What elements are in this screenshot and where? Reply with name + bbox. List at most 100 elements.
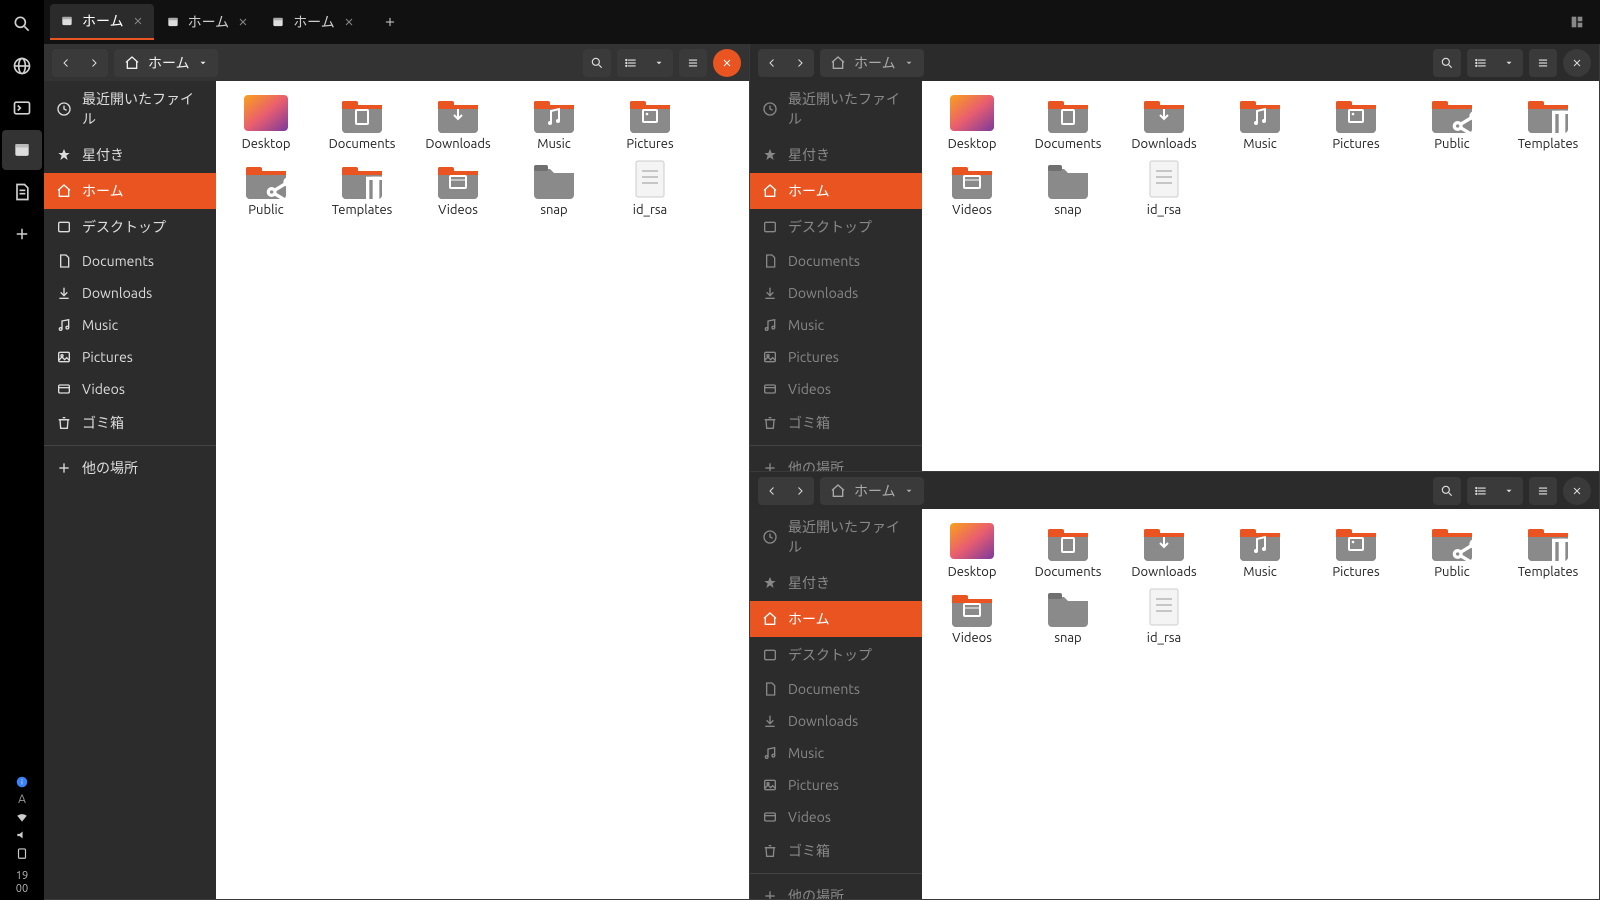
file-item[interactable]: Public: [1412, 521, 1492, 579]
hamburger-menu-button[interactable]: [1529, 49, 1557, 77]
sidebar-item-recent[interactable]: 最近開いたファイル: [750, 81, 922, 137]
nav-back-button[interactable]: [52, 49, 80, 77]
sidebar-item-video[interactable]: Videos: [750, 801, 922, 833]
file-item[interactable]: id_rsa: [610, 159, 690, 217]
file-item[interactable]: Downloads: [418, 93, 498, 151]
sidebar-item-music[interactable]: Music: [750, 737, 922, 769]
new-tab-button[interactable]: [373, 5, 407, 39]
sidebar-item-desktop[interactable]: デスクトップ: [44, 209, 216, 245]
file-item[interactable]: Music: [1220, 521, 1300, 579]
search-button[interactable]: [583, 49, 611, 77]
file-item[interactable]: Public: [226, 159, 306, 217]
file-item[interactable]: snap: [1028, 587, 1108, 645]
sidebar-item-home[interactable]: ホーム: [44, 173, 216, 209]
chevron-down-icon[interactable]: [198, 58, 208, 68]
chevron-down-icon[interactable]: [904, 486, 914, 496]
sidebar-item-trash[interactable]: ゴミ箱: [750, 405, 922, 441]
file-item[interactable]: id_rsa: [1124, 587, 1204, 645]
path-bar[interactable]: ホーム: [820, 49, 924, 77]
file-item[interactable]: Music: [1220, 93, 1300, 151]
close-icon[interactable]: [343, 16, 355, 28]
file-item[interactable]: Templates: [1508, 93, 1588, 151]
file-item[interactable]: Documents: [322, 93, 402, 151]
view-list-button[interactable]: [617, 49, 645, 77]
file-item[interactable]: Pictures: [610, 93, 690, 151]
sidebar-item-pic[interactable]: Pictures: [44, 341, 216, 373]
sidebar-item-trash[interactable]: ゴミ箱: [750, 833, 922, 869]
nav-forward-button[interactable]: [786, 477, 814, 505]
tab-home[interactable]: ホーム: [156, 4, 260, 40]
file-item[interactable]: Public: [1412, 93, 1492, 151]
file-item[interactable]: Documents: [1028, 93, 1108, 151]
chevron-down-icon[interactable]: [904, 58, 914, 68]
dock-app-files[interactable]: [2, 130, 42, 170]
sidebar-item-desktop[interactable]: デスクトップ: [750, 637, 922, 673]
tab-home[interactable]: ホーム: [50, 4, 154, 40]
path-bar[interactable]: ホーム: [820, 477, 924, 505]
hamburger-menu-button[interactable]: [679, 49, 707, 77]
sidebar-item-doc[interactable]: Documents: [750, 245, 922, 277]
sidebar-item-music[interactable]: Music: [750, 309, 922, 341]
nav-back-button[interactable]: [758, 49, 786, 77]
dock-app-globe[interactable]: [2, 46, 42, 86]
pane-close-button[interactable]: [1563, 49, 1591, 77]
dock-app-texteditor[interactable]: [2, 172, 42, 212]
file-item[interactable]: Downloads: [1124, 93, 1204, 151]
sidebar-item-recent[interactable]: 最近開いたファイル: [44, 81, 216, 137]
dock-app-terminal[interactable]: [2, 88, 42, 128]
sidebar-item-down[interactable]: Downloads: [44, 277, 216, 309]
sidebar-item-other[interactable]: 他の場所: [44, 450, 216, 486]
nav-forward-button[interactable]: [80, 49, 108, 77]
file-item[interactable]: Music: [514, 93, 594, 151]
close-icon[interactable]: [132, 15, 144, 27]
window-controls-icon[interactable]: [1560, 5, 1594, 39]
path-bar[interactable]: ホーム: [114, 49, 218, 77]
nav-back-button[interactable]: [758, 477, 786, 505]
file-item[interactable]: Desktop: [226, 93, 306, 151]
sidebar-item-music[interactable]: Music: [44, 309, 216, 341]
file-item[interactable]: Videos: [418, 159, 498, 217]
dock-app-add[interactable]: [2, 214, 42, 254]
tab-home[interactable]: ホーム: [261, 4, 365, 40]
file-item[interactable]: Videos: [932, 587, 1012, 645]
dock-clock[interactable]: 1900: [16, 870, 28, 896]
close-icon[interactable]: [237, 16, 249, 28]
file-item[interactable]: Desktop: [932, 93, 1012, 151]
sidebar-item-other[interactable]: 他の場所: [750, 878, 922, 899]
sidebar-item-home[interactable]: ホーム: [750, 601, 922, 637]
sidebar-item-video[interactable]: Videos: [750, 373, 922, 405]
file-item[interactable]: Documents: [1028, 521, 1108, 579]
file-item[interactable]: Pictures: [1316, 521, 1396, 579]
sidebar-item-trash[interactable]: ゴミ箱: [44, 405, 216, 441]
view-dropdown-button[interactable]: [1495, 49, 1523, 77]
sidebar-item-doc[interactable]: Documents: [750, 673, 922, 705]
file-item[interactable]: id_rsa: [1124, 159, 1204, 217]
search-button[interactable]: [1433, 49, 1461, 77]
sidebar-item-desktop[interactable]: デスクトップ: [750, 209, 922, 245]
dock-app-search[interactable]: [2, 4, 42, 44]
sidebar-item-pic[interactable]: Pictures: [750, 769, 922, 801]
view-list-button[interactable]: [1467, 477, 1495, 505]
pane-close-button[interactable]: [1563, 477, 1591, 505]
sidebar-item-down[interactable]: Downloads: [750, 705, 922, 737]
view-dropdown-button[interactable]: [645, 49, 673, 77]
file-item[interactable]: Pictures: [1316, 93, 1396, 151]
search-button[interactable]: [1433, 477, 1461, 505]
view-list-button[interactable]: [1467, 49, 1495, 77]
hamburger-menu-button[interactable]: [1529, 477, 1557, 505]
file-item[interactable]: Templates: [322, 159, 402, 217]
file-item[interactable]: Desktop: [932, 521, 1012, 579]
sidebar-item-star[interactable]: 星付き: [750, 137, 922, 173]
file-item[interactable]: Videos: [932, 159, 1012, 217]
sidebar-item-doc[interactable]: Documents: [44, 245, 216, 277]
sidebar-item-star[interactable]: 星付き: [44, 137, 216, 173]
sidebar-item-pic[interactable]: Pictures: [750, 341, 922, 373]
sidebar-item-home[interactable]: ホーム: [750, 173, 922, 209]
view-dropdown-button[interactable]: [1495, 477, 1523, 505]
file-item[interactable]: snap: [1028, 159, 1108, 217]
file-item[interactable]: Templates: [1508, 521, 1588, 579]
file-item[interactable]: Downloads: [1124, 521, 1204, 579]
nav-forward-button[interactable]: [786, 49, 814, 77]
file-item[interactable]: snap: [514, 159, 594, 217]
sidebar-item-other[interactable]: 他の場所: [750, 450, 922, 471]
